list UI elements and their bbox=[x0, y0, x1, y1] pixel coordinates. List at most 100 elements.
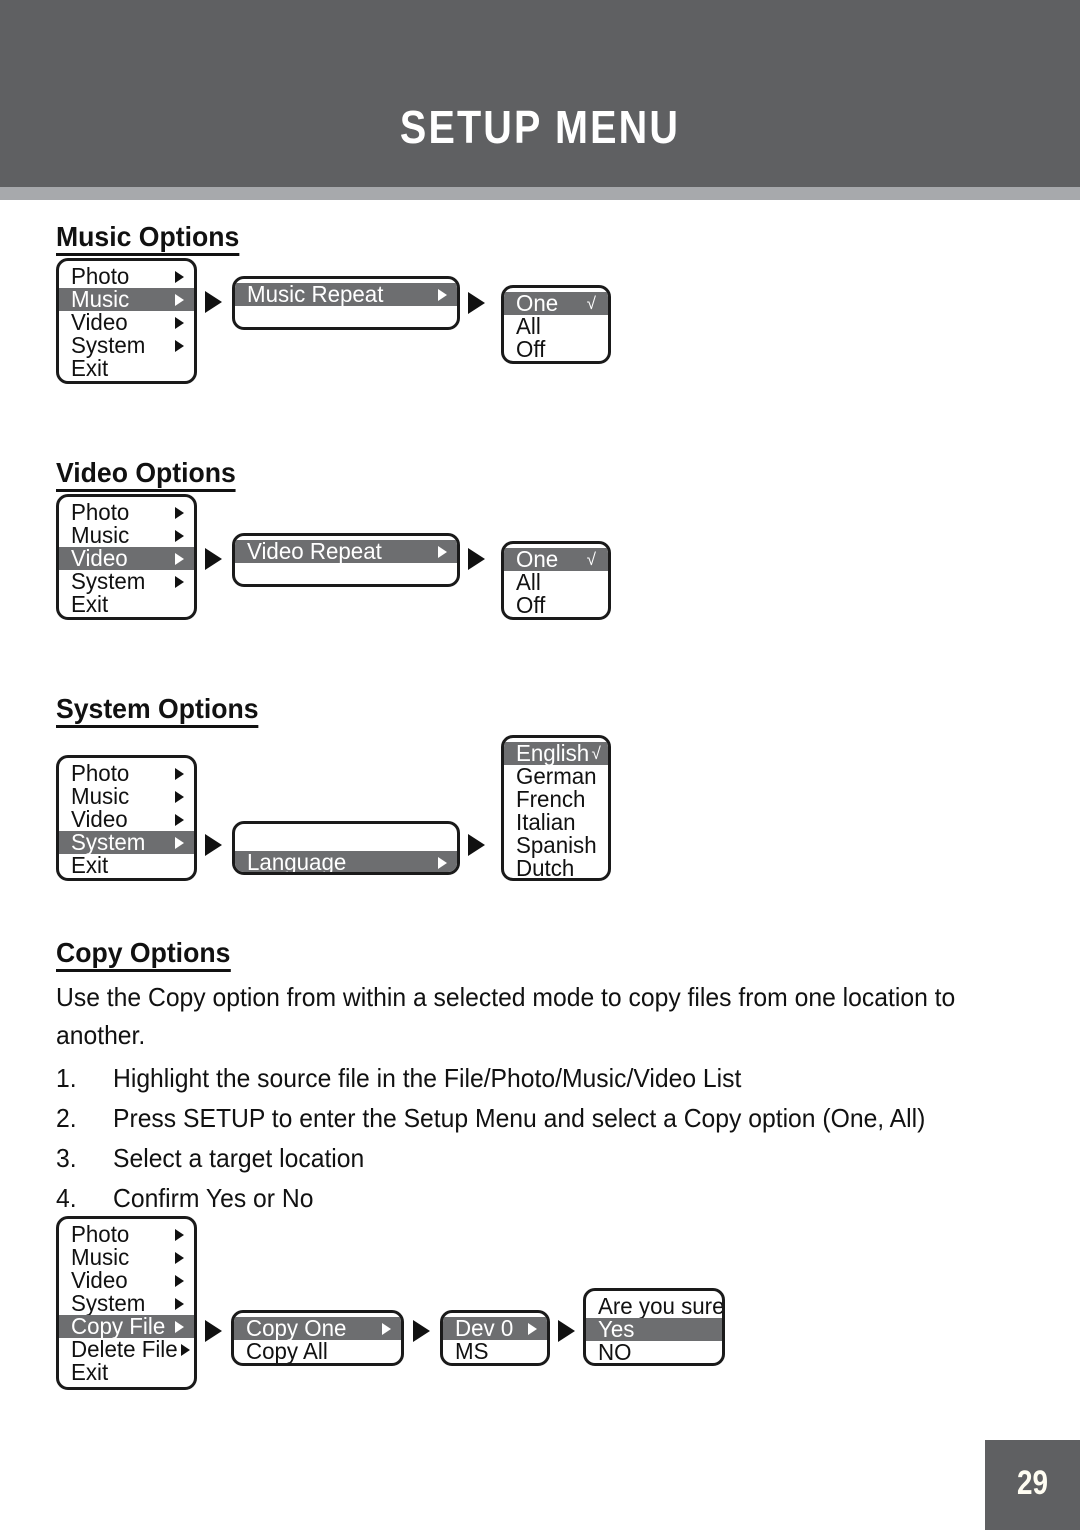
main-menu-item-row[interactable]: Music bbox=[59, 288, 194, 311]
main-menu-item-label: Video bbox=[71, 309, 128, 335]
chevron-right-icon bbox=[175, 836, 184, 849]
connector-arrow-6 bbox=[468, 834, 485, 856]
main-menu-item-row[interactable]: System bbox=[59, 334, 194, 357]
system-submenu-item-row[interactable]: Language bbox=[235, 851, 457, 872]
confirm-item-row[interactable]: NO bbox=[586, 1341, 722, 1364]
chevron-right-icon bbox=[175, 813, 184, 826]
menu-box-values-music[interactable]: One √ All Off bbox=[501, 285, 611, 364]
main-menu-item-label: Photo bbox=[71, 760, 130, 786]
menu-box-main-copy[interactable]: Photo Music Video System Copy File Delete Fil… bbox=[56, 1216, 197, 1390]
chevron-right-icon bbox=[175, 270, 184, 283]
chevron-right-icon bbox=[175, 1274, 184, 1287]
main-menu-item-row[interactable]: Delete File bbox=[59, 1338, 194, 1361]
main-menu-item-row[interactable]: Photo bbox=[59, 1223, 194, 1246]
language-value-label: Dutch bbox=[516, 855, 575, 881]
menu-box-values-language[interactable]: English √ German French Italian Spanish Dutch bbox=[501, 735, 611, 881]
music-submenu-item-row[interactable]: Music Repeat bbox=[235, 283, 457, 306]
copy-step: 3. Select a target location bbox=[56, 1138, 997, 1178]
chevron-right-icon bbox=[175, 1320, 184, 1333]
video-submenu-item-row[interactable]: Video Repeat bbox=[235, 540, 457, 563]
confirm-item-label: Yes bbox=[598, 1316, 635, 1342]
video-repeat-value-row[interactable]: Off bbox=[504, 594, 608, 617]
copy-step-text: Press SETUP to enter the Setup Menu and … bbox=[113, 1103, 926, 1133]
menu-box-target-device[interactable]: Dev 0 MS bbox=[440, 1310, 550, 1366]
target-device-item-label: MS bbox=[455, 1338, 489, 1364]
video-repeat-value-row[interactable]: One √ bbox=[504, 548, 608, 571]
menu-box-main-video[interactable]: Photo Music Video System Exit bbox=[56, 494, 197, 620]
video-repeat-value-label: All bbox=[516, 569, 541, 595]
copy-step-text: Confirm Yes or No bbox=[113, 1183, 314, 1213]
copy-steps-list: 1. Highlight the source file in the File/… bbox=[56, 1058, 1046, 1218]
confirm-item-label: NO bbox=[598, 1339, 632, 1365]
menu-box-copy-mode[interactable]: Copy One Copy All bbox=[231, 1310, 404, 1366]
main-menu-item-row[interactable]: Copy File bbox=[59, 1315, 194, 1338]
menu-box-main-system[interactable]: Photo Music Video System Exit bbox=[56, 755, 197, 881]
main-menu-item-row[interactable]: System bbox=[59, 831, 194, 854]
copy-step: 2. Press SETUP to enter the Setup Menu an… bbox=[56, 1098, 997, 1138]
language-value-row[interactable]: Spanish bbox=[504, 834, 608, 857]
copy-mode-item-row[interactable]: Copy All bbox=[234, 1340, 401, 1363]
language-value-row[interactable]: English √ bbox=[504, 742, 608, 765]
main-menu-item-row[interactable]: Exit bbox=[59, 593, 194, 616]
menu-box-submenu-video[interactable]: Video Repeat bbox=[232, 533, 460, 587]
main-menu-item-label: Music bbox=[71, 783, 130, 809]
main-menu-item-label: Music bbox=[71, 1244, 130, 1270]
copy-mode-item-label: Copy One bbox=[246, 1315, 347, 1341]
language-value-row[interactable]: French bbox=[504, 788, 608, 811]
main-menu-item-row[interactable]: Exit bbox=[59, 357, 194, 380]
system-submenu-item-row[interactable] bbox=[235, 828, 457, 851]
main-menu-item-label: System bbox=[71, 829, 146, 855]
menu-box-confirm[interactable]: Are you sure? Yes NO bbox=[583, 1288, 725, 1366]
main-menu-item-row[interactable]: Music bbox=[59, 524, 194, 547]
video-submenu-item-label bbox=[247, 563, 253, 584]
music-submenu-item-label: Music Repeat bbox=[247, 281, 384, 307]
music-repeat-value-label: Off bbox=[516, 336, 546, 362]
main-menu-item-row[interactable]: Video bbox=[59, 547, 194, 570]
main-menu-item-row[interactable]: Photo bbox=[59, 501, 194, 524]
menu-box-main-music[interactable]: Photo Music Video System Exit bbox=[56, 258, 197, 384]
music-repeat-value-label: One bbox=[516, 290, 559, 316]
target-device-item-label: Dev 0 bbox=[455, 1315, 514, 1341]
menu-box-values-video[interactable]: One √ All Off bbox=[501, 541, 611, 620]
language-value-row[interactable]: Italian bbox=[504, 811, 608, 834]
menu-box-submenu-system[interactable]: Language bbox=[232, 821, 460, 875]
connector-arrow-3 bbox=[205, 548, 222, 570]
language-value-row[interactable]: German bbox=[504, 765, 608, 788]
main-menu-item-row[interactable]: Music bbox=[59, 785, 194, 808]
main-menu-item-row[interactable]: Photo bbox=[59, 762, 194, 785]
main-menu-item-row[interactable]: Music bbox=[59, 1246, 194, 1269]
menu-box-submenu-music[interactable]: Music Repeat bbox=[232, 276, 460, 330]
target-device-item-row[interactable]: MS bbox=[443, 1340, 547, 1363]
main-menu-item-row[interactable]: System bbox=[59, 1292, 194, 1315]
copy-mode-item-row[interactable]: Copy One bbox=[234, 1317, 401, 1340]
chevron-right-icon bbox=[175, 339, 184, 352]
main-menu-item-label: Delete File bbox=[71, 1336, 178, 1362]
chevron-right-icon bbox=[175, 767, 184, 780]
main-menu-item-row[interactable]: Exit bbox=[59, 854, 194, 877]
music-repeat-value-row[interactable]: All bbox=[504, 315, 608, 338]
video-repeat-value-row[interactable]: All bbox=[504, 571, 608, 594]
chevron-right-icon bbox=[438, 545, 447, 558]
main-menu-item-row[interactable]: Video bbox=[59, 1269, 194, 1292]
target-device-item-row[interactable]: Dev 0 bbox=[443, 1317, 547, 1340]
music-submenu-item-row[interactable] bbox=[235, 306, 457, 327]
main-menu-item-row[interactable]: System bbox=[59, 570, 194, 593]
confirm-item-row[interactable]: Yes bbox=[586, 1318, 722, 1341]
music-repeat-value-row[interactable]: One √ bbox=[504, 292, 608, 315]
music-repeat-value-row[interactable]: Off bbox=[504, 338, 608, 361]
section-heading-music: Music Options bbox=[56, 222, 240, 257]
video-submenu-item-row[interactable] bbox=[235, 563, 457, 584]
main-menu-item-row[interactable]: Photo bbox=[59, 265, 194, 288]
copy-mode-item-label: Copy All bbox=[246, 1338, 328, 1364]
system-submenu-item-row[interactable] bbox=[235, 874, 457, 875]
language-value-row[interactable]: Dutch bbox=[504, 855, 608, 881]
confirm-item-row[interactable]: Are you sure? bbox=[586, 1295, 722, 1318]
confirm-item-label: Are you sure? bbox=[598, 1293, 725, 1319]
main-menu-item-row[interactable]: Video bbox=[59, 808, 194, 831]
chevron-right-icon bbox=[438, 856, 447, 869]
main-menu-item-label: Exit bbox=[71, 591, 109, 617]
header-divider bbox=[0, 187, 1080, 200]
main-menu-item-row[interactable]: Exit bbox=[59, 1361, 194, 1384]
connector-arrow-5 bbox=[205, 834, 222, 856]
main-menu-item-row[interactable]: Video bbox=[59, 311, 194, 334]
